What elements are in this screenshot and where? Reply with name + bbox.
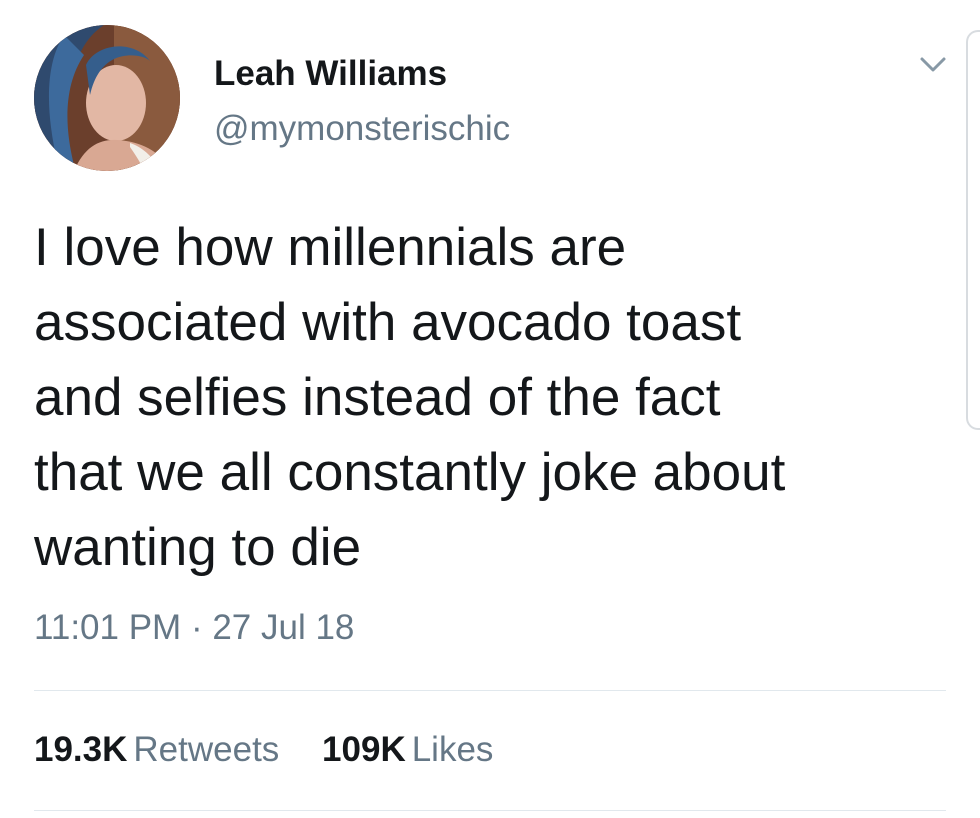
scrollbar[interactable] <box>966 30 980 430</box>
tweet-menu-button[interactable] <box>916 52 950 78</box>
tweet-text-line: associated with avocado toast <box>34 293 742 352</box>
retweets-label: Retweets <box>133 730 280 769</box>
tweet-text-line: wanting to die <box>34 518 362 577</box>
divider <box>34 810 946 811</box>
likes-label: Likes <box>411 730 494 769</box>
tweet-text-line: that we all constantly joke about <box>34 443 786 502</box>
tweet-text-line: I love how millennials are <box>34 218 627 277</box>
tweet-timestamp: 11:01 PM · 27 Jul 18 <box>34 606 354 650</box>
divider <box>34 690 946 691</box>
tweet-text: I love how millennials are associated wi… <box>34 210 934 585</box>
timestamp-separator: · <box>190 608 203 647</box>
tweet-stats: 19.3K Retweets 109K Likes <box>34 728 493 772</box>
chevron-down-icon <box>920 57 946 72</box>
tweet-time: 11:01 PM <box>34 608 182 647</box>
tweet-date: 27 Jul 18 <box>212 608 355 647</box>
author-handle[interactable]: @mymonsterischic <box>214 107 510 151</box>
tweet-text-line: and selfies instead of the fact <box>34 368 721 427</box>
retweets-count: 19.3K <box>34 730 128 769</box>
likes-stat[interactable]: 109K Likes <box>322 728 493 772</box>
author-display-name[interactable]: Leah Williams <box>214 52 447 96</box>
retweets-stat[interactable]: 19.3K Retweets <box>34 728 279 772</box>
avatar[interactable] <box>34 25 180 171</box>
likes-count: 109K <box>322 730 406 769</box>
profile-photo-icon <box>34 25 180 171</box>
